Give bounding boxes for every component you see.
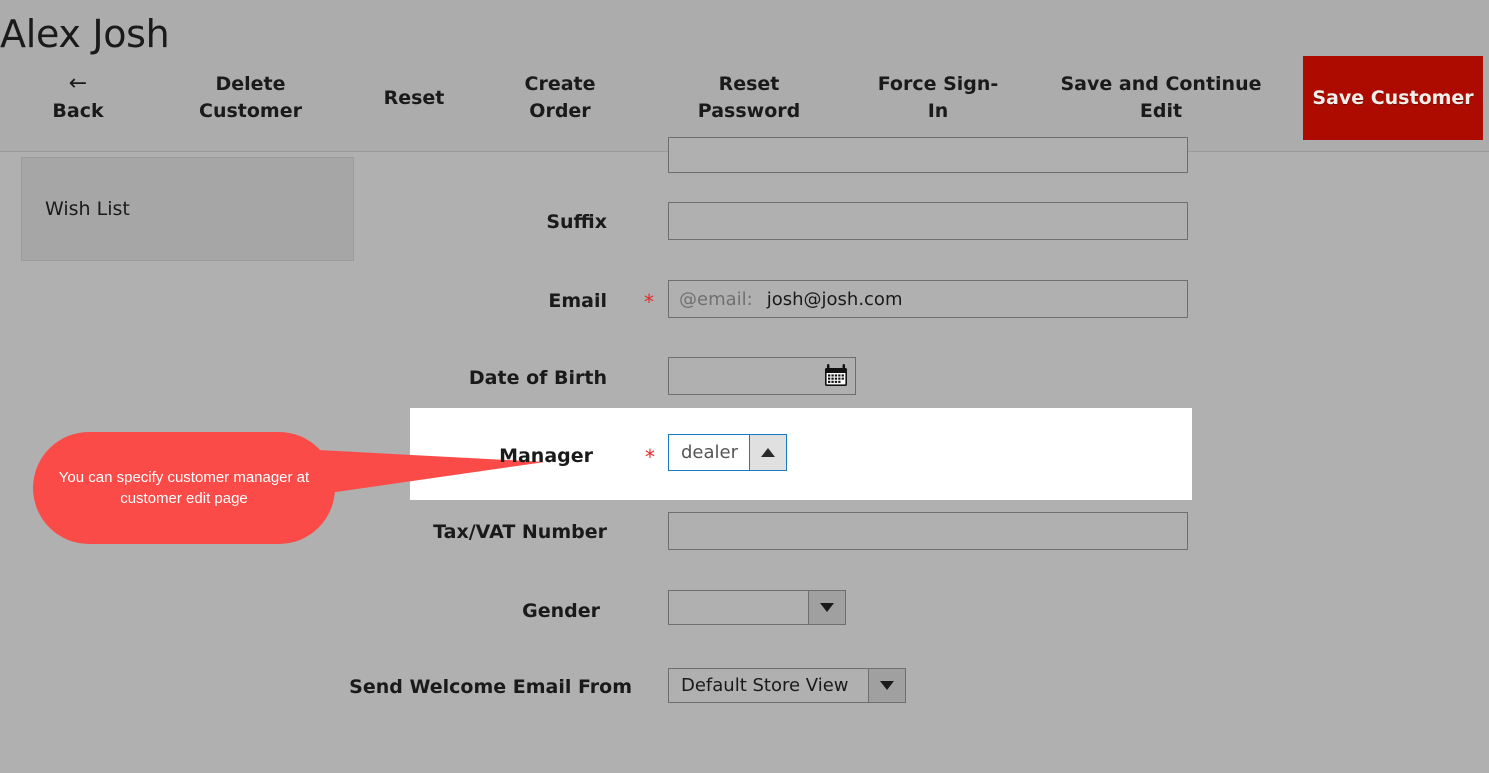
callout-bubble: You can specify customer manager at cust… — [33, 432, 335, 544]
save-and-continue-edit-button[interactable]: Save and Continue Edit — [1053, 56, 1269, 140]
gender-label: Gender — [522, 600, 600, 622]
manager-select[interactable]: dealer — [668, 434, 787, 471]
save-customer-label: Save Customer — [1312, 86, 1474, 109]
manager-required-marker: * — [645, 445, 655, 469]
email-required-marker: * — [644, 290, 654, 314]
suffix-input[interactable] — [668, 202, 1188, 240]
arrow-left-icon: ← — [68, 70, 88, 96]
chevron-down-icon[interactable] — [808, 590, 846, 625]
callout-text: You can specify customer manager at cust… — [58, 469, 310, 507]
save-and-continue-edit-label: Save and Continue Edit — [1060, 73, 1262, 122]
partial-top-input[interactable] — [668, 137, 1188, 173]
back-button-label: Back — [52, 99, 104, 122]
save-customer-button[interactable]: Save Customer — [1303, 56, 1483, 140]
date-of-birth-input[interactable] — [668, 357, 856, 395]
reset-password-button[interactable]: Reset Password — [684, 56, 814, 140]
reset-button[interactable]: Reset — [359, 56, 469, 140]
date-of-birth-label: Date of Birth — [468, 367, 607, 389]
send-welcome-email-from-select[interactable]: Default Store View — [668, 668, 906, 703]
force-sign-in-label: Force Sign-In — [877, 73, 999, 122]
email-label: Email — [548, 290, 607, 312]
tax-vat-number-input[interactable] — [668, 512, 1188, 550]
back-button[interactable]: ← Back — [26, 56, 130, 140]
send-welcome-email-from-value: Default Store View — [668, 668, 868, 703]
page-title: Alex Josh — [0, 12, 170, 56]
manager-select-value: dealer — [668, 434, 749, 471]
email-prefix-label: @email: — [679, 288, 753, 310]
calendar-icon[interactable] — [823, 363, 849, 389]
send-welcome-email-from-label: Send Welcome Email From — [349, 676, 632, 698]
sidebar-item-label: Wish List — [45, 198, 130, 220]
chevron-down-icon[interactable] — [868, 668, 906, 703]
reset-password-label: Reset Password — [697, 73, 801, 122]
delete-customer-label: Delete Customer — [199, 73, 302, 122]
reset-label: Reset — [383, 86, 445, 109]
create-order-button[interactable]: Create Order — [505, 56, 615, 140]
app-root: Alex Josh ← Back Delete Customer Reset C… — [0, 0, 1489, 773]
tax-vat-number-label: Tax/VAT Number — [433, 521, 607, 543]
chevron-up-icon[interactable] — [749, 434, 787, 471]
gender-select[interactable] — [668, 590, 846, 625]
suffix-label: Suffix — [546, 211, 607, 233]
email-input[interactable]: @email: josh@josh.com — [668, 280, 1188, 318]
create-order-label: Create Order — [524, 73, 596, 122]
sidebar-item-wish-list[interactable]: Wish List — [21, 157, 354, 261]
page-header: Alex Josh ← Back Delete Customer Reset C… — [0, 0, 1489, 152]
gender-select-value — [668, 590, 808, 625]
header-actions: ← Back Delete Customer Reset Create Orde… — [0, 56, 1489, 140]
manager-label: Manager — [499, 445, 593, 467]
delete-customer-button[interactable]: Delete Customer — [172, 56, 329, 140]
email-value: josh@josh.com — [766, 288, 903, 310]
force-sign-in-button[interactable]: Force Sign-In — [870, 56, 1006, 140]
